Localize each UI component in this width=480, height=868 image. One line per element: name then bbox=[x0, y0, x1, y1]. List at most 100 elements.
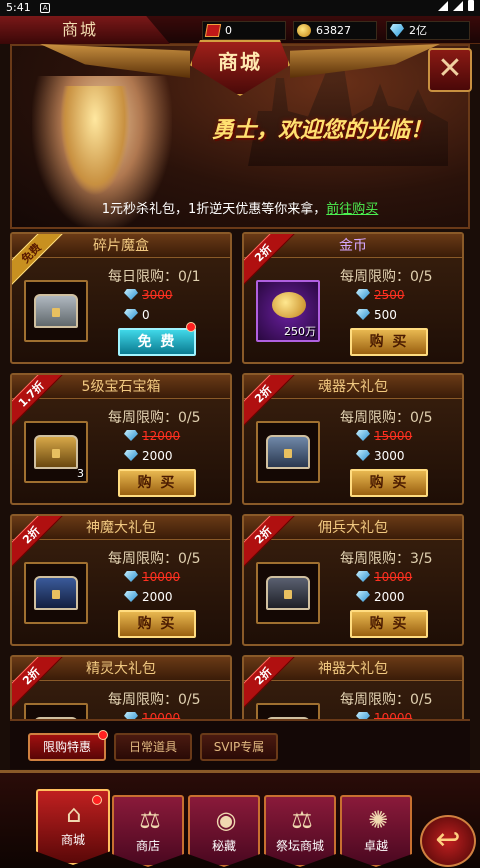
item-slot[interactable] bbox=[256, 703, 320, 719]
gold-coins-icon bbox=[272, 292, 306, 318]
product-card: 金币 2折 250万 每周限购：0/5 2500 500 购 买 bbox=[242, 232, 464, 364]
original-price: 3000 bbox=[124, 288, 173, 302]
shop-tab-title: 商城 bbox=[0, 16, 170, 44]
tab-daily-items[interactable]: 日常道具 bbox=[114, 733, 192, 761]
treasure-chest-icon bbox=[34, 576, 78, 610]
dock-label: 商城 bbox=[60, 833, 85, 847]
buy-button[interactable]: 购 买 bbox=[350, 469, 428, 497]
dock-item-store[interactable]: ⚖ 商店 bbox=[112, 795, 184, 867]
diamond-icon bbox=[356, 309, 370, 320]
free-claim-button[interactable]: 免 费 bbox=[118, 328, 196, 356]
diamond-icon bbox=[124, 430, 138, 441]
signal-icon bbox=[453, 0, 463, 11]
diamond-icon bbox=[124, 289, 138, 300]
item-slot[interactable] bbox=[24, 280, 88, 342]
item-slot[interactable]: 3 bbox=[24, 421, 88, 483]
diamond-icon bbox=[124, 571, 138, 582]
tab-svip-exclusive[interactable]: SVIP专属 bbox=[200, 733, 278, 761]
category-tab-bar: 限购特惠 日常道具 SVIP专属 bbox=[10, 719, 470, 769]
eye-icon: ◉ bbox=[215, 806, 237, 834]
tab-limited-offers[interactable]: 限购特惠 bbox=[28, 733, 106, 761]
item-slot[interactable] bbox=[24, 703, 88, 719]
status-icons bbox=[438, 0, 474, 11]
original-price: 10000 bbox=[124, 570, 180, 584]
purchase-limit: 每周限购：0/5 bbox=[108, 551, 201, 567]
original-price-value: 10000 bbox=[142, 570, 181, 584]
dock-item-treasure[interactable]: ◉ 秘藏 bbox=[188, 795, 260, 867]
wifi-icon bbox=[438, 0, 448, 11]
original-price: 10000 bbox=[124, 711, 180, 719]
diamond-icon bbox=[356, 591, 370, 602]
tab-notification-dot bbox=[98, 730, 108, 740]
item-quantity: 3 bbox=[77, 467, 84, 480]
diamond-icon bbox=[390, 24, 404, 37]
banner-subtitle: 1元秒杀礼包，1折逆天优惠等你来拿，前往购买 bbox=[12, 198, 468, 217]
gold-counter: 63827 bbox=[293, 21, 377, 40]
item-slot[interactable] bbox=[24, 562, 88, 624]
mall-icon: ⌂ bbox=[66, 800, 82, 828]
buy-button[interactable]: 购 买 bbox=[118, 469, 196, 497]
purchase-limit: 每日限购：0/1 bbox=[108, 269, 201, 285]
dock-item-altar-mall[interactable]: ⚖ 祭坛商城 bbox=[264, 795, 336, 867]
banner-promo-text: 1元秒杀礼包，1折逆天优惠等你来拿， bbox=[101, 202, 327, 217]
diamond-value: 2亿 bbox=[409, 24, 427, 37]
original-price-value: 12000 bbox=[142, 429, 181, 443]
purchase-limit: 每周限购：0/5 bbox=[108, 692, 201, 708]
original-price-value: 2500 bbox=[374, 288, 405, 302]
go-purchase-link[interactable]: 前往购买 bbox=[326, 202, 378, 217]
sale-price-value: 2000 bbox=[142, 449, 173, 463]
buy-button[interactable]: 购 买 bbox=[350, 610, 428, 638]
sale-price-value: 3000 bbox=[374, 449, 405, 463]
battery-icon bbox=[468, 0, 474, 11]
close-button[interactable]: ✕ bbox=[428, 48, 472, 92]
treasure-chest-icon bbox=[266, 576, 310, 610]
original-price: 15000 bbox=[356, 429, 412, 443]
scales-icon: ⚖ bbox=[291, 806, 313, 834]
original-price-value: 15000 bbox=[374, 429, 413, 443]
product-card: 碎片魔盒 免费 每日限购：0/1 3000 0 免 费 bbox=[10, 232, 232, 364]
atom-icon: ✺ bbox=[367, 806, 389, 834]
currency-bar: 商城 0 63827 2亿 bbox=[0, 16, 480, 44]
buy-button[interactable]: 购 买 bbox=[118, 610, 196, 638]
diamond-icon bbox=[124, 712, 138, 719]
product-card: 5级宝石宝箱 1.7折 3 每周限购：0/5 12000 2000 购 买 bbox=[10, 373, 232, 505]
energy-counter: 0 bbox=[202, 21, 286, 40]
sale-price: 2000 bbox=[124, 449, 173, 463]
diamond-icon bbox=[356, 571, 370, 582]
energy-value: 0 bbox=[225, 24, 232, 37]
purchase-limit: 每周限购：0/5 bbox=[340, 269, 433, 285]
sale-price-value: 500 bbox=[374, 308, 397, 322]
dock-label: 卓越 bbox=[363, 839, 388, 853]
diamond-counter: 2亿 bbox=[386, 21, 470, 40]
original-price: 10000 bbox=[356, 570, 412, 584]
item-slot[interactable]: 250万 bbox=[256, 280, 320, 342]
sale-price: 500 bbox=[356, 308, 397, 322]
buy-button[interactable]: 购 买 bbox=[350, 328, 428, 356]
back-button[interactable]: ↩ bbox=[420, 815, 476, 867]
gold-coin-icon bbox=[297, 24, 311, 37]
diamond-icon bbox=[124, 309, 138, 320]
status-bar: 5:41 A bbox=[0, 0, 480, 16]
dock-item-excellence[interactable]: ✺ 卓越 bbox=[340, 795, 412, 867]
notification-dot bbox=[186, 322, 196, 332]
product-card: 佣兵大礼包 2折 每周限购：3/5 10000 2000 购 买 bbox=[242, 514, 464, 646]
diamond-icon bbox=[356, 430, 370, 441]
treasure-chest-icon bbox=[34, 435, 78, 469]
item-slot[interactable] bbox=[256, 421, 320, 483]
purchase-limit: 每周限购：3/5 bbox=[340, 551, 433, 567]
purchase-limit: 每周限购：0/5 bbox=[108, 410, 201, 426]
sale-price-value: 2000 bbox=[374, 590, 405, 604]
gold-value: 63827 bbox=[316, 24, 351, 37]
product-card: 神器大礼包 2折 每周限购：0/5 10000 bbox=[242, 655, 464, 719]
original-price: 12000 bbox=[124, 429, 180, 443]
diamond-icon bbox=[356, 450, 370, 461]
dock-label: 商店 bbox=[135, 839, 160, 853]
energy-icon bbox=[204, 24, 222, 37]
original-price-value: 3000 bbox=[142, 288, 173, 302]
product-card: 魂器大礼包 2折 每周限购：0/5 15000 3000 购 买 bbox=[242, 373, 464, 505]
sale-price: 2000 bbox=[356, 590, 405, 604]
bottom-dock: ⌂ 商城 ⚖ 商店 ◉ 秘藏 ⚖ 祭坛商城 ✺ 卓越 ↩ bbox=[0, 770, 480, 868]
product-grid[interactable]: 碎片魔盒 免费 每日限购：0/1 3000 0 免 费金币 2折 250万 每周限购：0/5 25… bbox=[10, 232, 470, 719]
original-price-value: 10000 bbox=[374, 570, 413, 584]
item-slot[interactable] bbox=[256, 562, 320, 624]
